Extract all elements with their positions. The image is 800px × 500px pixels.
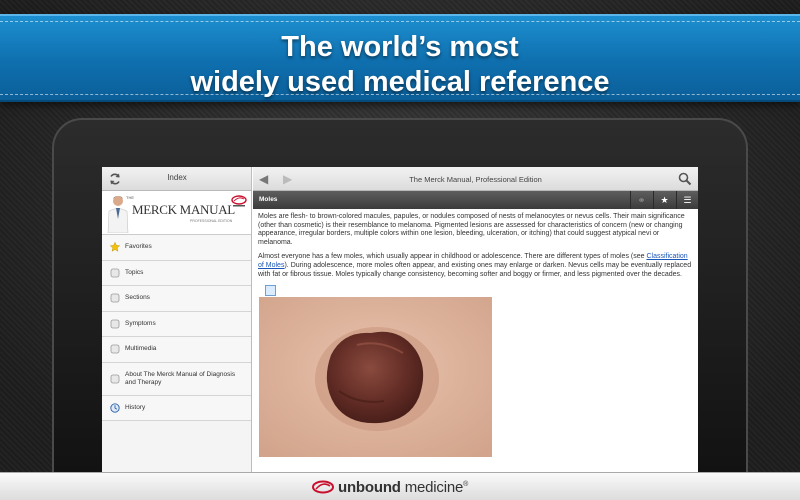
logo-title: MERCK MANUAL: [132, 202, 235, 217]
zoom-image-icon[interactable]: [265, 285, 276, 297]
app-screen: Index THE MERCK MANUAL PROFESSIONAL EDIT…: [102, 167, 698, 472]
menu-item-topics[interactable]: Topics: [102, 260, 251, 286]
link-icon[interactable]: ⚭: [630, 191, 652, 209]
brand-name: unbound medicine®: [338, 479, 468, 496]
index-pane: Index THE MERCK MANUAL PROFESSIONAL EDIT…: [102, 167, 252, 472]
menu-item-label: Symptoms: [125, 319, 156, 327]
menu-item-sections[interactable]: Sections: [102, 286, 251, 312]
banner-stitch: [0, 94, 800, 95]
sections-icon: [110, 293, 120, 303]
figure: [259, 285, 693, 458]
content-pane: ◀ ▶ The Merck Manual, Professional Editi…: [253, 167, 698, 472]
banner-headline: The world’s most widely used medical ref…: [0, 30, 800, 100]
menu-item-label: Multimedia: [125, 345, 157, 353]
index-title: Index: [167, 173, 187, 182]
menu-item-label: About The Merck Manual of Diagnosis and …: [125, 370, 236, 386]
merck-logo: THE MERCK MANUAL PROFESSIONAL EDITION: [102, 191, 251, 235]
unbound-logo-icon: [231, 195, 247, 207]
menu-item-label: Favorites: [125, 243, 152, 251]
search-icon[interactable]: [678, 172, 692, 186]
promo-banner: The world’s most widely used medical ref…: [0, 14, 800, 102]
index-menu: Favorites Topics Sections Symptoms Multi…: [102, 235, 251, 421]
paragraph-text: ). During adolescence, more moles often …: [258, 261, 692, 278]
menu-item-label: Sections: [125, 294, 150, 302]
brand-rest: medicine: [400, 479, 464, 496]
article-paragraph: Moles are flesh- to brown-colored macule…: [258, 213, 685, 246]
article-paragraph: Almost everyone has a few moles, which u…: [258, 253, 693, 279]
article-body: Moles are flesh- to brown-colored macule…: [253, 209, 698, 458]
menu-item-multimedia[interactable]: Multimedia: [102, 337, 251, 363]
menu-item-label: History: [125, 403, 146, 411]
logo-prefix: THE: [126, 195, 134, 200]
footer-bar: unbound medicine®: [0, 472, 800, 500]
content-title: The Merck Manual, Professional Edition: [409, 175, 542, 184]
trademark: ®: [463, 481, 469, 488]
menu-item-favorites[interactable]: Favorites: [102, 235, 251, 261]
symptoms-icon: [110, 319, 120, 329]
history-icon: [110, 403, 120, 413]
sort-icon[interactable]: ☰: [676, 191, 698, 209]
section-title: Moles: [259, 196, 278, 203]
menu-item-label: Topics: [125, 268, 144, 276]
multimedia-icon: [110, 344, 120, 354]
unbound-logo-icon: [312, 480, 334, 494]
index-header: Index: [102, 167, 251, 191]
topics-icon: [110, 268, 120, 278]
content-header: ◀ ▶ The Merck Manual, Professional Editi…: [253, 167, 698, 191]
section-bar: Moles ⚭ ★ ☰: [253, 191, 698, 209]
star-icon: [110, 242, 120, 252]
banner-line-1: The world’s most: [281, 31, 519, 63]
brand-bold: unbound: [338, 479, 401, 496]
paragraph-text: Almost everyone has a few moles, which u…: [258, 253, 647, 261]
menu-item-symptoms[interactable]: Symptoms: [102, 311, 251, 337]
about-icon: [110, 374, 120, 383]
menu-item-about[interactable]: About The Merck Manual of Diagnosis and …: [102, 362, 251, 396]
banner-stitch: [0, 21, 800, 22]
mole-photo[interactable]: [259, 297, 492, 458]
menu-item-history[interactable]: History: [102, 395, 251, 421]
star-icon[interactable]: ★: [653, 191, 675, 209]
logo-subtitle: PROFESSIONAL EDITION: [190, 219, 233, 223]
